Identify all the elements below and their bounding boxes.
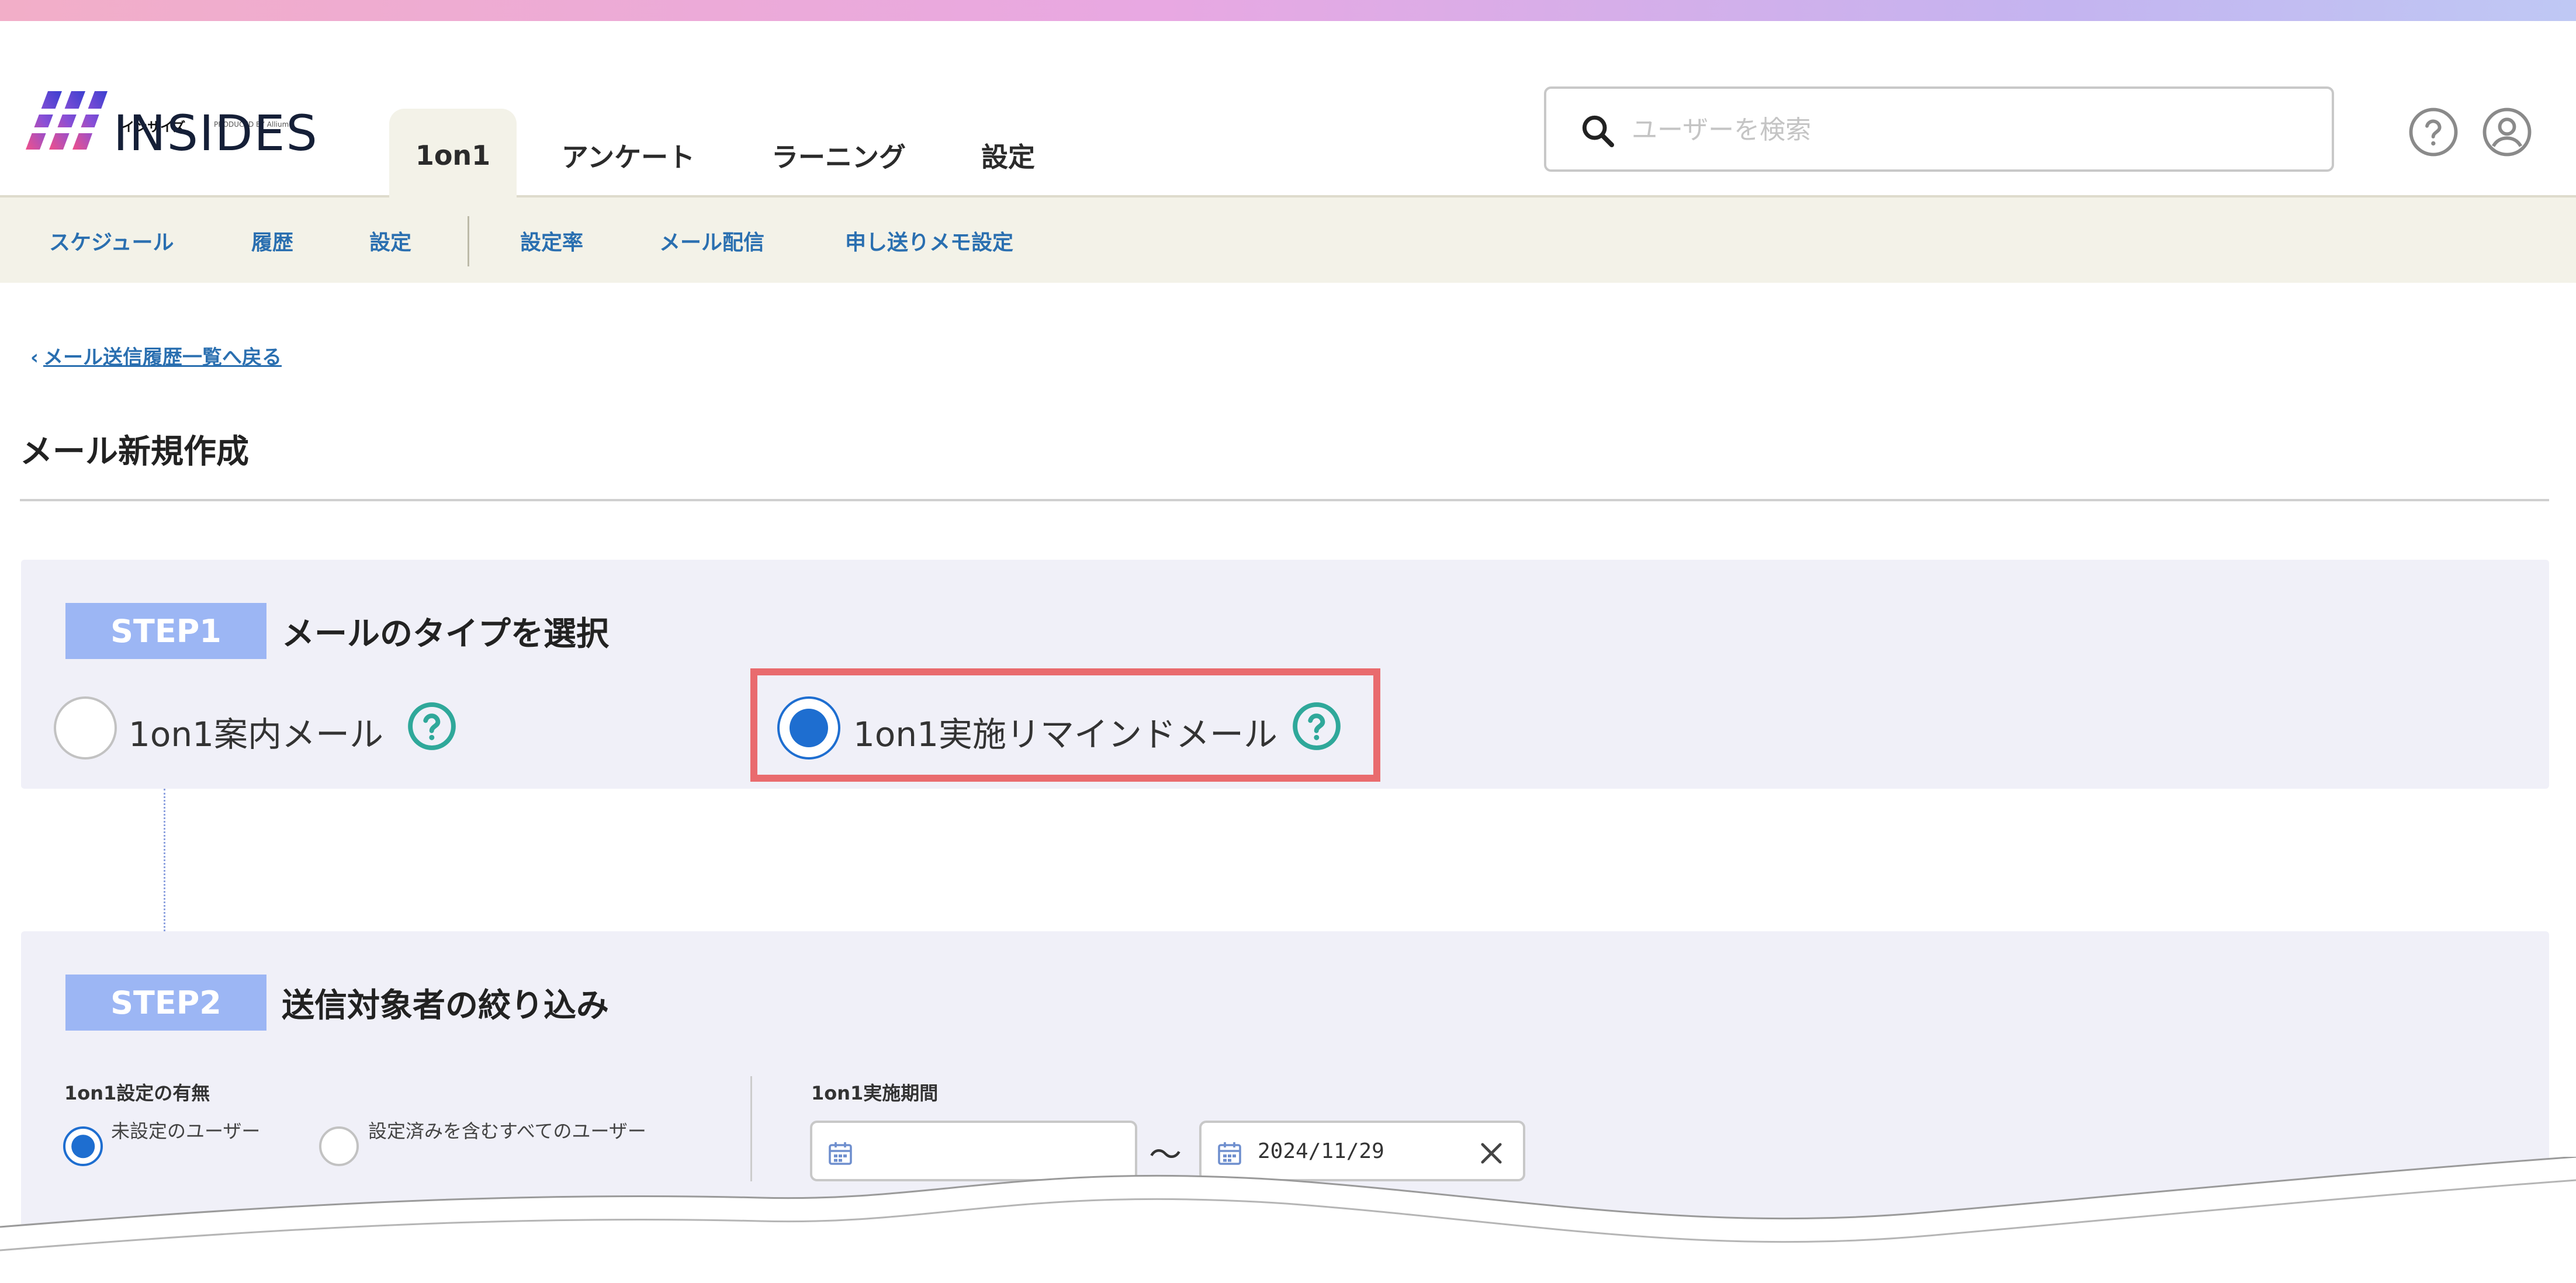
tab-learning[interactable]: ラーニング: [754, 109, 923, 202]
subnav-setting-rate[interactable]: 設定率: [520, 226, 583, 256]
radio-guide-mail-label[interactable]: 1on1案内メール: [129, 707, 383, 756]
subnav-divider: [468, 216, 469, 266]
subnav-settings[interactable]: 設定: [369, 226, 411, 256]
title-divider: [20, 499, 2549, 501]
subnav-mail-delivery[interactable]: メール配信: [659, 226, 764, 256]
selection-highlight-box: [750, 668, 1380, 782]
step1-heading: メールのタイプを選択: [282, 615, 609, 653]
sub-navigation: スケジュール 履歴 設定 設定率 メール配信 申し送りメモ設定: [0, 197, 2576, 283]
back-to-mail-history-link[interactable]: ‹ メール送信履歴一覧へ戻る: [30, 341, 282, 370]
search-icon: [1582, 115, 1614, 147]
subnav-history[interactable]: 履歴: [251, 226, 293, 256]
setting-status-label: 1on1設定の有無: [64, 1082, 210, 1104]
app-header: インサイズ PRODUCED BY Allium INSIDES 1on1 アン…: [0, 21, 2576, 202]
radio-guide-mail[interactable]: [54, 696, 117, 760]
tab-1on1[interactable]: 1on1: [389, 109, 517, 202]
tab-survey[interactable]: アンケート: [543, 109, 713, 202]
tab-label: アンケート: [561, 141, 695, 173]
step-connector-line: [164, 789, 165, 931]
period-label: 1on1実施期間: [811, 1082, 939, 1104]
radio-all-users-label[interactable]: 設定済みを含むすべてのユーザー: [368, 1119, 695, 1143]
account-icon[interactable]: [2481, 106, 2533, 158]
step2-badge: STEP2: [65, 975, 266, 1031]
brand-name: INSIDES: [113, 105, 318, 162]
user-search-box[interactable]: [1544, 86, 2334, 172]
tab-settings[interactable]: 設定: [958, 109, 1058, 202]
tab-label: 1on1: [415, 140, 491, 171]
back-link-label: メール送信履歴一覧へ戻る: [43, 346, 282, 369]
torn-edge-decoration: [0, 1157, 2576, 1283]
chevron-left-icon: ‹: [30, 346, 39, 369]
search-input[interactable]: [1630, 103, 2305, 157]
tab-label: 設定: [981, 141, 1035, 173]
tab-label: ラーニング: [771, 141, 906, 173]
subnav-handover-memo-settings[interactable]: 申し送りメモ設定: [845, 226, 1013, 256]
subnav-schedule[interactable]: スケジュール: [49, 226, 174, 256]
help-icon[interactable]: [407, 701, 457, 751]
page-title: メール新規作成: [20, 433, 249, 471]
step2-heading: 送信対象者の絞り込み: [282, 987, 609, 1025]
page: インサイズ PRODUCED BY Allium INSIDES 1on1 アン…: [0, 0, 2576, 1283]
logo-mark-icon: [26, 91, 108, 150]
brand-logo[interactable]: インサイズ PRODUCED BY Allium INSIDES: [26, 70, 330, 158]
help-icon[interactable]: [2408, 106, 2459, 158]
step1-badge: STEP1: [65, 603, 266, 659]
top-gradient-strip: [0, 0, 2576, 21]
radio-unset-users-label[interactable]: 未設定のユーザー: [111, 1119, 321, 1143]
